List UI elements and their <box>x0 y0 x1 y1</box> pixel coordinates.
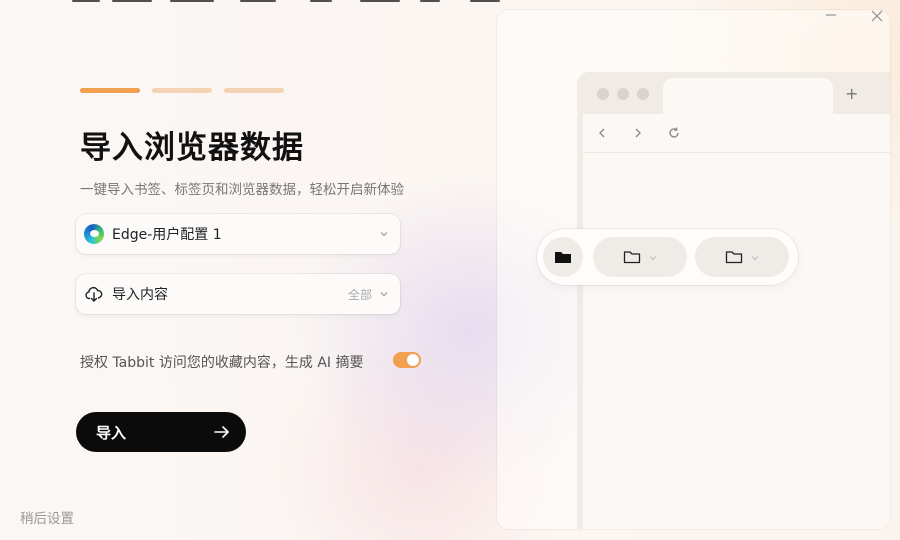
import-content-label: 导入内容 <box>112 287 168 303</box>
page-title: 导入浏览器数据 <box>80 130 304 166</box>
cloud-download-icon <box>85 286 103 302</box>
chevron-down-icon <box>380 232 388 237</box>
set-later-link[interactable]: 稍后设置 <box>20 507 74 527</box>
new-tab-plus-icon: + <box>845 84 859 103</box>
ai-summary-toggle[interactable] <box>393 352 421 368</box>
refresh-icon <box>669 127 679 138</box>
arrow-right-icon <box>214 426 229 438</box>
browser-profile-select[interactable]: Edge-用户配置 1 <box>76 214 400 254</box>
bookmark-folder-chip <box>695 237 789 277</box>
progress-step-2 <box>152 88 212 93</box>
import-content-select[interactable]: 导入内容 全部 <box>76 274 400 314</box>
chevron-down-icon <box>751 256 759 261</box>
mock-nav-bar <box>583 114 890 153</box>
progress-step-3 <box>224 88 284 93</box>
top-edge-artifact <box>60 0 540 3</box>
folder-icon <box>623 251 641 264</box>
ai-summary-consent-label: 授权 Tabbit 访问您的收藏内容，生成 AI 摘要 <box>80 355 364 371</box>
step-progress <box>80 88 284 93</box>
edge-icon <box>84 224 104 244</box>
import-content-value: 全部 <box>347 287 372 302</box>
folder-icon <box>725 251 743 264</box>
mock-bookmark-bar <box>537 229 798 285</box>
folder-filled-icon <box>555 252 571 263</box>
forward-icon <box>635 128 641 138</box>
chevron-down-icon <box>649 256 657 261</box>
back-icon <box>599 128 605 138</box>
browser-preview-illustration: + <box>497 10 890 529</box>
bookmark-folder-chip <box>543 237 583 277</box>
page-subtitle: 一键导入书签、标签页和浏览器数据，轻松开启新体验 <box>80 182 404 198</box>
chevron-down-icon <box>380 292 388 297</box>
bookmark-folder-chip <box>593 237 687 277</box>
mock-page <box>583 114 890 529</box>
window-dot <box>597 88 609 100</box>
import-button[interactable]: 导入 <box>76 412 246 452</box>
import-button-label: 导入 <box>96 423 127 442</box>
browser-profile-label: Edge-用户配置 1 <box>112 227 222 243</box>
progress-step-1 <box>80 88 140 93</box>
window-dot <box>617 88 629 100</box>
mock-tab <box>663 78 833 114</box>
mock-browser-window: + <box>577 72 890 529</box>
window-dot <box>637 88 649 100</box>
